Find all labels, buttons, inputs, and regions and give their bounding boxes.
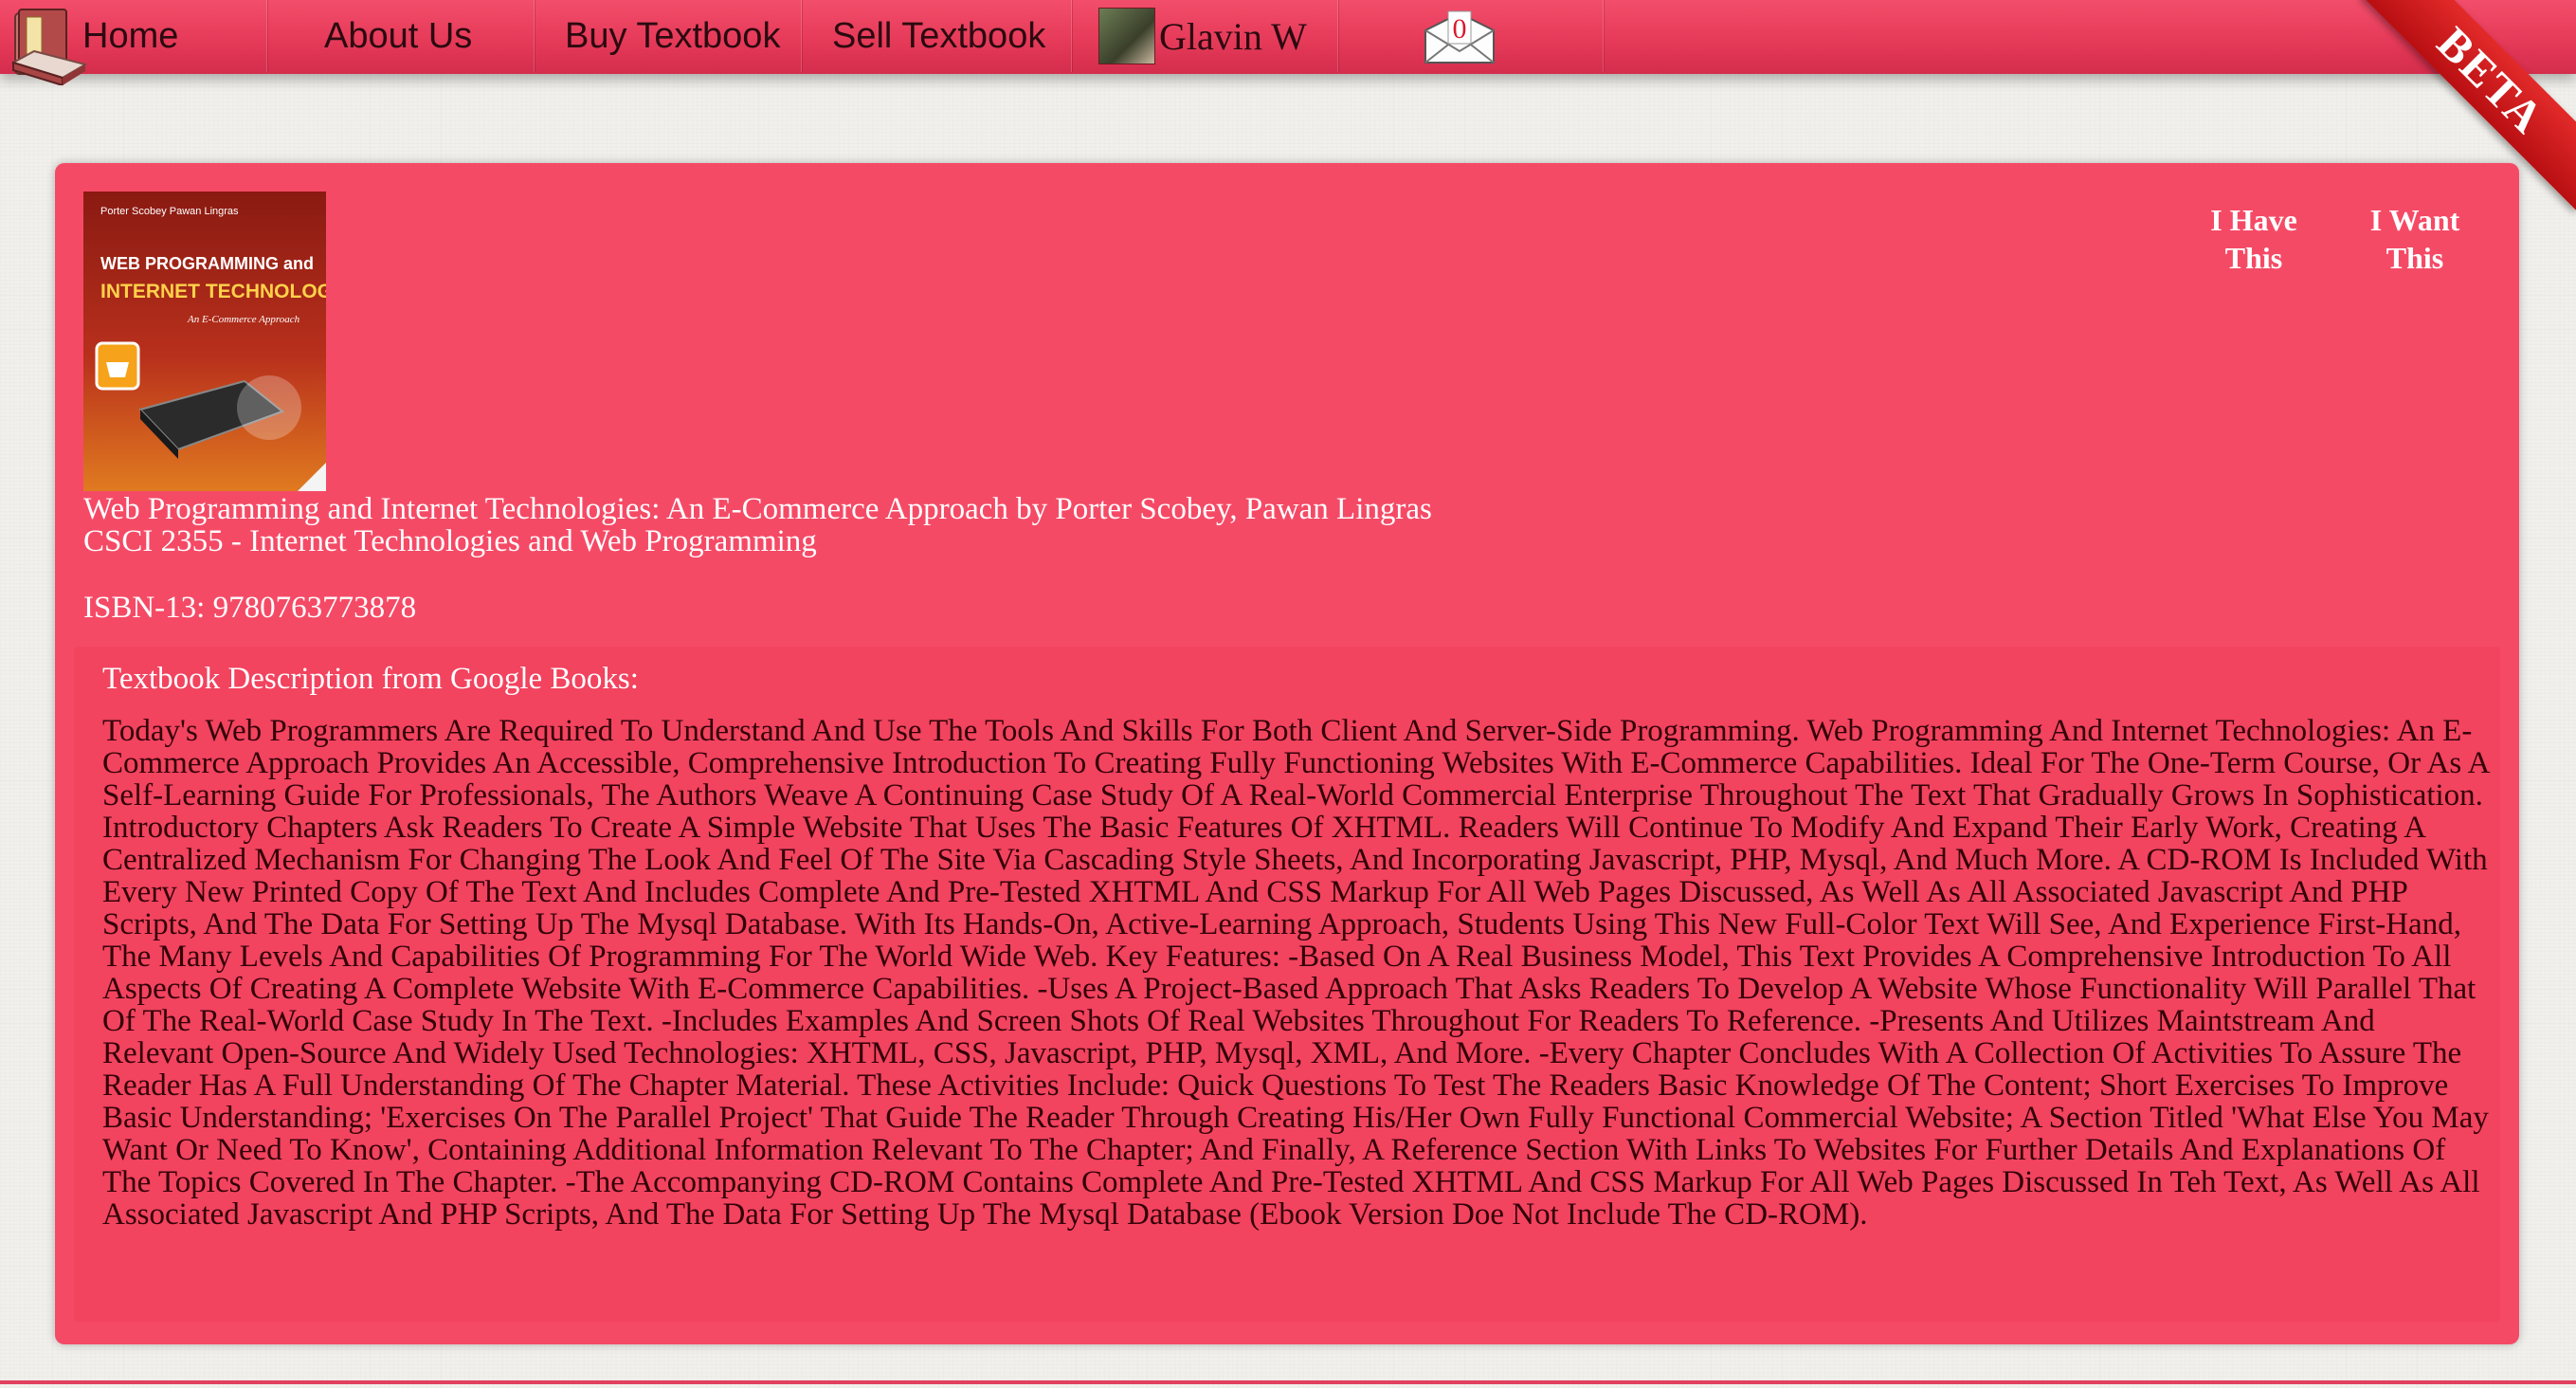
cover-title-line2: INTERNET TECHNOLOGIES (100, 281, 326, 302)
course-line: CSCI 2355 - Internet Technologies and We… (83, 524, 817, 558)
description-text: Today's Web Programmers Are Required To … (102, 714, 2489, 1232)
book-logo-icon[interactable] (6, 4, 87, 85)
nav-about-us[interactable]: About Us (267, 0, 535, 72)
description-heading: Textbook Description from Google Books: (102, 662, 639, 696)
user-avatar[interactable] (1098, 8, 1155, 64)
nav-home[interactable]: Home (0, 0, 267, 85)
cover-subtitle: An E-Commerce Approach (187, 314, 300, 325)
cover-title-line1: WEB PROGRAMMING and (100, 254, 314, 273)
nav-about-label[interactable]: About Us (324, 16, 472, 57)
textbook-detail-panel: Porter Scobey Pawan Lingras WEB PROGRAMM… (55, 163, 2519, 1344)
book-cover-image: Porter Scobey Pawan Lingras WEB PROGRAMM… (83, 192, 326, 491)
top-nav-bar: Home About Us Buy Textbook Sell Textbook… (0, 0, 2576, 85)
book-title-line: Web Programming and Internet Technologie… (83, 492, 1432, 526)
bottom-divider (0, 1380, 2576, 1384)
nav-buy-textbook[interactable]: Buy Textbook (535, 0, 802, 72)
nav-home-label[interactable]: Home (82, 16, 178, 57)
nav-buy-label[interactable]: Buy Textbook (565, 16, 780, 57)
cover-authors: Porter Scobey Pawan Lingras (100, 206, 239, 217)
i-have-this-button[interactable]: I Have This (2183, 201, 2325, 277)
mail-count: 0 (1453, 13, 1467, 45)
nav-messages[interactable]: 0 (1338, 0, 1604, 72)
nav-sell-label[interactable]: Sell Textbook (832, 16, 1045, 57)
nav-user-name[interactable]: Glavin W (1159, 14, 1307, 59)
i-want-this-button[interactable]: I Want This (2344, 201, 2486, 277)
envelope-icon[interactable]: 0 (1422, 9, 1497, 66)
nav-sell-textbook[interactable]: Sell Textbook (802, 0, 1072, 72)
isbn-line: ISBN-13: 9780763773878 (83, 591, 417, 625)
description-box: Textbook Description from Google Books: … (74, 647, 2500, 1322)
nav-user-profile[interactable]: Glavin W (1072, 0, 1338, 72)
